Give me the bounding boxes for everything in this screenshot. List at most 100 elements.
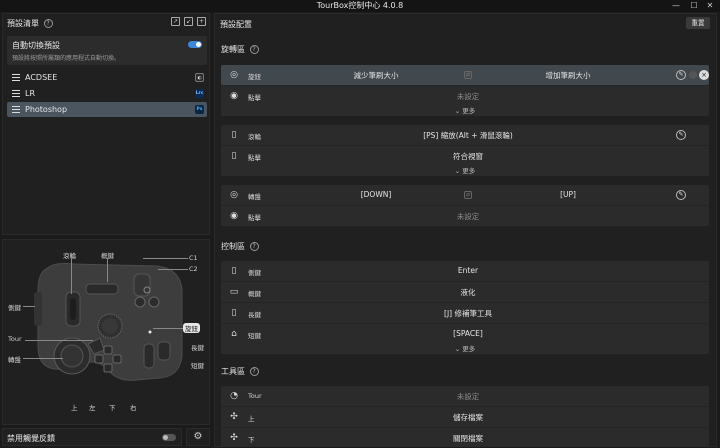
- import-icon[interactable]: ↙: [184, 17, 193, 26]
- photoshop-app-icon: Ps: [195, 105, 204, 114]
- tool-section-label: 工具區: [221, 367, 245, 376]
- swap-icon[interactable]: ⇄: [464, 71, 472, 79]
- dial-click-action[interactable]: 未設定: [457, 211, 480, 222]
- export-icon[interactable]: ↗: [171, 17, 180, 26]
- more-label: 更多: [462, 167, 476, 175]
- leader-line: [23, 358, 63, 359]
- config-panel: 預設配置 重置 旋轉區 ? ◎ 旋鈕 減少筆刷大小 ⇄ 增加筆刷大小 ✎ × ◉…: [214, 13, 717, 447]
- row-label: 點擊: [248, 94, 261, 102]
- maximize-button[interactable]: ☐: [686, 0, 702, 12]
- row-label: 滾輪: [248, 133, 261, 141]
- label-right: 右: [130, 404, 137, 412]
- help-icon[interactable]: ?: [249, 45, 259, 54]
- knob-more-toggle[interactable]: ⌄ 更多: [221, 106, 709, 116]
- haptic-footer: 禁用觸覺反饋: [2, 428, 182, 446]
- side-button-row[interactable]: ▯ 側鍵 Enter: [221, 261, 709, 281]
- dpad-down-action[interactable]: 關閉檔案: [453, 433, 483, 444]
- auto-switch-toggle[interactable]: [188, 41, 202, 48]
- scroll-click-action[interactable]: 符合視窗: [453, 151, 483, 162]
- minimize-button[interactable]: —: [668, 0, 684, 12]
- row-label: 下: [248, 436, 255, 444]
- knob-right-action[interactable]: 增加筆刷大小: [546, 70, 591, 81]
- tourbox-device-image: [34, 263, 183, 381]
- edit-icon[interactable]: ✎: [676, 130, 686, 140]
- config-title: 預設配置: [220, 20, 252, 29]
- title-bar: TourBox控制中心 4.0.8 — ☐ ✕: [0, 0, 720, 12]
- preset-item-lr[interactable]: LR Lrc: [7, 86, 207, 101]
- preset-name: ACDSEE: [25, 73, 58, 82]
- control-group: ▯ 側鍵 Enter ▭ 概鍵 液化 ▯ 長鍵 [J] 修補筆工具 ⌂ 短鍵 […: [221, 261, 709, 354]
- preset-item-acdsee[interactable]: ACDSEE ◐: [7, 70, 207, 85]
- short-button-row[interactable]: ⌂ 短鍵 [SPACE]: [221, 324, 709, 344]
- scroll-action[interactable]: [PS] 縮放(Alt + 滑鼠滾輪): [423, 130, 513, 141]
- preset-item-photoshop[interactable]: Photoshop Ps: [7, 102, 207, 117]
- dpad-up-row[interactable]: ✣ 上 儲存檔案: [221, 407, 709, 427]
- lightroom-app-icon: Lrc: [195, 89, 204, 98]
- knob-click-icon: ◉: [230, 91, 238, 101]
- dial-right-action[interactable]: [UP]: [560, 190, 576, 199]
- help-icon[interactable]: ?: [249, 367, 259, 376]
- reset-button[interactable]: 重置: [686, 17, 710, 29]
- scroll-row[interactable]: ▯ 滾輪 [PS] 縮放(Alt + 滑鼠滾輪) ✎: [221, 125, 709, 145]
- settings-dot-icon[interactable]: [689, 71, 697, 79]
- control-more-toggle[interactable]: ⌄ 更多: [221, 344, 709, 354]
- side-button-action[interactable]: Enter: [458, 266, 478, 275]
- row-label: 點擊: [248, 154, 261, 162]
- scroll-click-row[interactable]: ▯ 點擊 符合視窗: [221, 146, 709, 166]
- label-tour: Tour: [8, 335, 22, 343]
- preset-actions: ↗ ↙ +: [171, 17, 206, 26]
- label-short: 短鍵: [191, 362, 204, 370]
- tool-section-title: 工具區 ?: [221, 366, 259, 377]
- help-icon[interactable]: ?: [249, 242, 259, 251]
- knob-click-action[interactable]: 未設定: [457, 91, 480, 102]
- close-button[interactable]: ✕: [702, 0, 718, 12]
- long-button-row[interactable]: ▯ 長鍵 [J] 修補筆工具: [221, 303, 709, 323]
- tall-button-action[interactable]: 液化: [461, 287, 476, 298]
- row-label: 側鍵: [248, 269, 261, 277]
- settings-gear-icon[interactable]: ⚙: [186, 428, 210, 446]
- dial-left-action[interactable]: [DOWN]: [361, 190, 392, 199]
- tool-group: ◔ Tour 未設定 ✣ 上 儲存檔案 ✣ 下 關閉檔案: [221, 386, 709, 446]
- add-preset-icon[interactable]: +: [197, 17, 206, 26]
- tall-button-shape: [85, 283, 119, 295]
- knob-rotate-row[interactable]: ◎ 旋鈕 減少筆刷大小 ⇄ 增加筆刷大小 ✎ ×: [221, 65, 709, 85]
- help-icon[interactable]: ?: [43, 19, 53, 28]
- label-c1: C1: [189, 254, 198, 262]
- haptic-toggle[interactable]: [162, 434, 176, 441]
- edit-icon[interactable]: ✎: [676, 190, 686, 200]
- tall-button-row[interactable]: ▭ 概鍵 液化: [221, 282, 709, 302]
- tour-button-row[interactable]: ◔ Tour 未設定: [221, 386, 709, 406]
- row-label: 上: [248, 415, 255, 423]
- preset-panel-header: 預設清單 ?: [7, 18, 53, 29]
- preset-panel-title: 預設清單: [7, 19, 39, 28]
- long-button-action[interactable]: [J] 修補筆工具: [444, 308, 492, 319]
- dpad-down-row[interactable]: ✣ 下 關閉檔案: [221, 428, 709, 446]
- dial-click-row[interactable]: ◉ 點擊 未設定: [221, 206, 709, 226]
- knob-left-action[interactable]: 減少筆刷大小: [354, 70, 399, 81]
- delete-icon[interactable]: ×: [699, 70, 709, 80]
- edit-icon[interactable]: ✎: [676, 70, 686, 80]
- dpad-up-action[interactable]: 儲存檔案: [453, 412, 483, 423]
- label-down: 下: [109, 404, 116, 412]
- chevron-down-icon: ⌄: [454, 107, 461, 115]
- knob-icon: ◎: [230, 70, 238, 80]
- drag-handle-icon[interactable]: [12, 74, 20, 81]
- label-knob-highlighted[interactable]: 旋鈕: [183, 323, 200, 333]
- dial-rotate-row[interactable]: ◎ 轉盤 [DOWN] ⇄ [UP] ✎: [221, 185, 709, 205]
- drag-handle-icon[interactable]: [12, 106, 20, 113]
- tour-action[interactable]: 未設定: [457, 391, 480, 402]
- dial-click-icon: ◉: [230, 211, 238, 221]
- haptic-label: 禁用觸覺反饋: [7, 434, 55, 443]
- window-title: TourBox控制中心 4.0.8: [316, 1, 404, 10]
- scroll-more-toggle[interactable]: ⌄ 更多: [221, 166, 709, 176]
- label-up: 上: [71, 404, 78, 412]
- short-button-action[interactable]: [SPACE]: [453, 329, 483, 338]
- drag-handle-icon[interactable]: [12, 90, 20, 97]
- c2-button-shape: [148, 296, 160, 308]
- leader-line: [23, 306, 35, 307]
- knob-click-row[interactable]: ◉ 點擊 未設定: [221, 86, 709, 106]
- swap-icon[interactable]: ⇄: [464, 191, 472, 199]
- auto-switch-box: 自動切換預設 預設將按照所屬類的應用程式自動切換。: [7, 36, 207, 65]
- preset-name: Photoshop: [25, 105, 68, 114]
- short-button-shape: [157, 341, 171, 361]
